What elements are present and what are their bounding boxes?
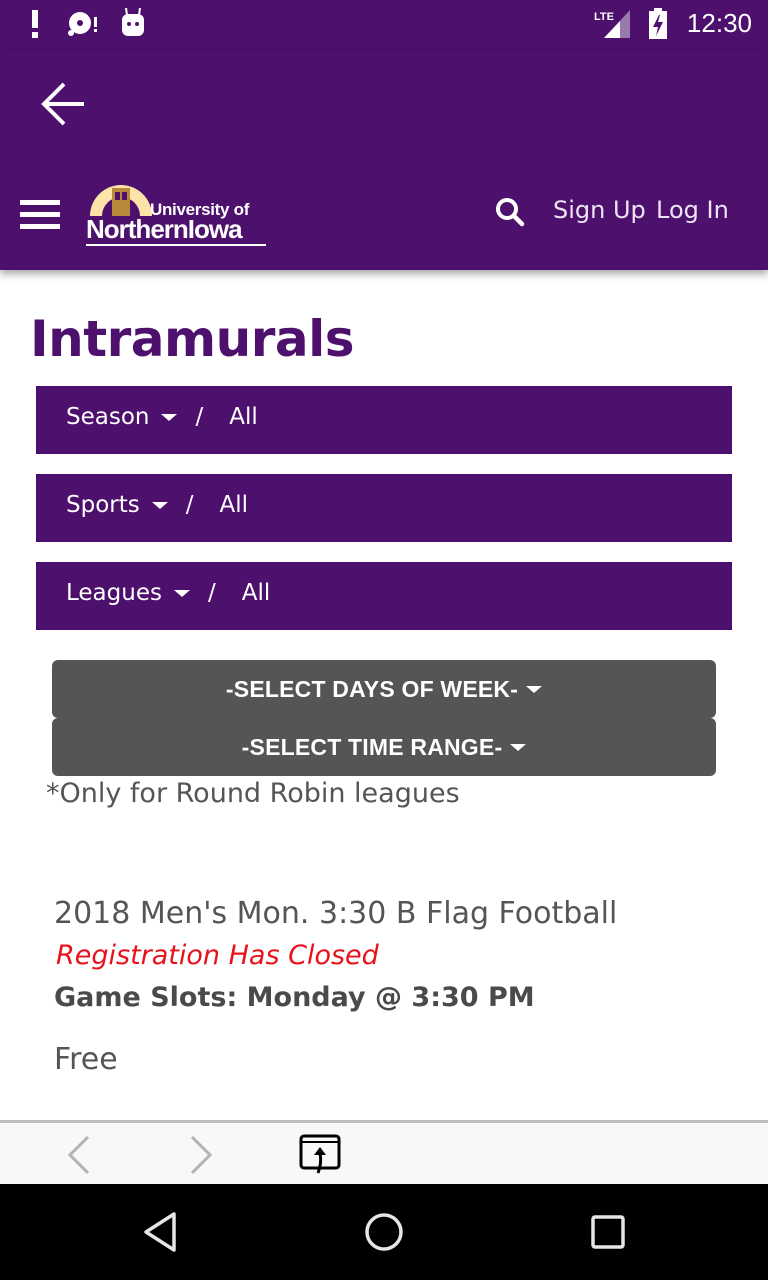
leagues-filter[interactable]: Leagues / All xyxy=(36,562,732,630)
game-slots: Game Slots: Monday @ 3:30 PM xyxy=(54,982,535,1013)
caret-down-icon xyxy=(526,685,543,693)
logo-underline xyxy=(86,244,266,246)
filter-value: All xyxy=(219,492,248,518)
open-in-browser-icon[interactable] xyxy=(298,1133,342,1177)
season-filter[interactable]: Season / All xyxy=(36,386,732,454)
clock: 12:30 xyxy=(686,8,752,38)
select-time-label: -SELECT TIME RANGE- xyxy=(241,733,503,760)
logo-arch-icon xyxy=(90,185,152,216)
status-bar: LTE 12:30 xyxy=(0,0,768,50)
app-bar: University of NorthernIowa Sign Up Log I… xyxy=(0,50,768,270)
battery-charging-icon xyxy=(649,8,667,39)
logo-text-line2: NorthernIowa xyxy=(86,214,243,244)
chevron-left-icon[interactable] xyxy=(58,1133,102,1177)
caret-down-icon xyxy=(173,589,190,597)
hamburger-line xyxy=(20,212,60,217)
university-logo[interactable]: University of NorthernIowa xyxy=(86,184,268,248)
search-icon[interactable] xyxy=(494,196,526,228)
caret-down-icon xyxy=(510,743,527,751)
registration-status: Registration Has Closed xyxy=(56,940,379,971)
round-robin-note: *Only for Round Robin leagues xyxy=(46,778,460,809)
select-days-dropdown[interactable]: -SELECT DAYS OF WEEK- xyxy=(52,660,716,718)
filter-value: All xyxy=(241,580,271,606)
signal-icon: LTE xyxy=(594,10,630,38)
nav-back-icon[interactable] xyxy=(138,1208,186,1256)
sd-card-alert-icon xyxy=(68,12,97,36)
browser-toolbar xyxy=(0,1120,768,1184)
arrow-left-icon[interactable] xyxy=(36,78,92,130)
hamburger-line xyxy=(20,200,60,205)
android-debug-icon xyxy=(122,8,144,36)
filter-separator: / xyxy=(185,492,194,518)
select-days-label: -SELECT DAYS OF WEEK- xyxy=(225,675,519,702)
filter-label: Season xyxy=(66,404,150,430)
system-nav-bar xyxy=(0,1184,768,1280)
hamburger-menu-button[interactable] xyxy=(20,200,60,234)
log-in-link[interactable]: Log In xyxy=(656,196,729,224)
select-time-dropdown[interactable]: -SELECT TIME RANGE- xyxy=(52,718,716,776)
filter-label: Leagues xyxy=(66,580,162,606)
chevron-right-icon[interactable] xyxy=(178,1133,222,1177)
filter-separator: / xyxy=(207,580,216,606)
page-title: Intramurals xyxy=(30,310,355,368)
caret-down-icon xyxy=(151,501,168,509)
filter-label: Sports xyxy=(66,492,140,518)
filter-value: All xyxy=(229,404,258,430)
svg-text:LTE: LTE xyxy=(594,11,614,23)
filter-separator: / xyxy=(195,404,204,430)
alert-icon xyxy=(32,10,38,38)
nav-home-icon[interactable] xyxy=(360,1208,408,1256)
event-title-link[interactable]: 2018 Men's Mon. 3:30 B Flag Football xyxy=(54,896,617,931)
sign-up-link[interactable]: Sign Up xyxy=(553,196,646,224)
caret-down-icon xyxy=(161,413,178,421)
event-price: Free xyxy=(54,1042,118,1077)
nav-recents-icon[interactable] xyxy=(584,1208,632,1256)
sports-filter[interactable]: Sports / All xyxy=(36,474,732,542)
hamburger-line xyxy=(20,224,60,229)
